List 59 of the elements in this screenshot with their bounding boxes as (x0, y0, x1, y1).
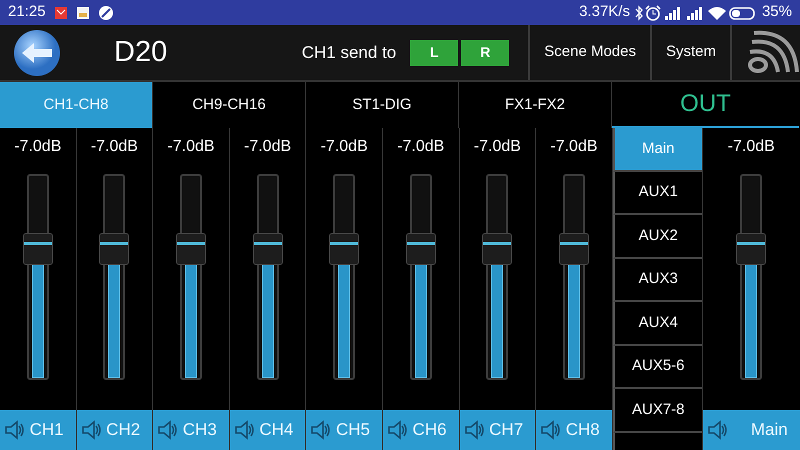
device-title: D20 (114, 34, 168, 70)
output-item[interactable]: AUX1 (612, 172, 702, 215)
bluetooth-icon (634, 4, 644, 20)
speaker-icon[interactable] (157, 420, 180, 440)
db-reading: -7.0dB (320, 137, 368, 157)
alarm-icon (644, 4, 662, 20)
channel-button[interactable]: CH6 (382, 410, 459, 450)
clock-text: 21:25 (8, 2, 46, 22)
send-to-label: CH1 send to (302, 42, 396, 64)
db-reading: -7.0dB (14, 137, 62, 157)
speaker-icon[interactable] (540, 420, 562, 440)
db-reading: -7.0dB (728, 137, 775, 157)
output-item[interactable]: AUX5-6 (612, 346, 702, 389)
channel-button[interactable]: CH8 (536, 410, 612, 450)
db-reading: -7.0dB (397, 137, 444, 157)
fader-handle[interactable] (22, 232, 53, 265)
output-item[interactable]: AUX7-8 (612, 389, 702, 432)
battery-percentage: 35% (762, 2, 792, 22)
channel-button[interactable]: Main (702, 410, 800, 450)
tab[interactable]: CH1-CH8 (0, 82, 153, 128)
channel-button[interactable]: CH7 (460, 410, 536, 450)
channel-button[interactable]: CH3 (153, 410, 229, 450)
fader-handle[interactable] (329, 232, 360, 265)
back-button[interactable] (12, 28, 62, 78)
blocked-notification-icon (98, 4, 114, 20)
db-reading: -7.0dB (90, 137, 138, 157)
fader-handle[interactable] (252, 232, 283, 265)
fader-handle[interactable] (406, 232, 436, 265)
db-reading: -7.0dB (167, 137, 215, 157)
speaker-icon[interactable] (386, 420, 409, 440)
output-item[interactable]: AUX4 (612, 302, 702, 346)
speaker-icon[interactable] (234, 420, 256, 440)
speaker-icon[interactable] (4, 420, 26, 440)
channel-button[interactable]: CH2 (76, 410, 152, 450)
speaker-icon[interactable] (464, 420, 486, 440)
channel-button[interactable]: CH4 (230, 410, 306, 450)
fader-handle[interactable] (558, 232, 589, 265)
db-reading: -7.0dB (244, 137, 292, 157)
db-reading: -7.0dB (474, 137, 521, 157)
output-item[interactable]: Main (612, 128, 702, 172)
speaker-icon[interactable] (310, 420, 332, 440)
image-notification-icon (76, 6, 90, 20)
fader-handle[interactable] (176, 232, 206, 265)
fader-handle[interactable] (736, 232, 766, 265)
mail-notification-icon (54, 6, 68, 20)
wifi-icon (706, 4, 728, 20)
output-item[interactable]: AUX2 (612, 215, 702, 258)
speaker-icon[interactable] (80, 420, 103, 440)
send-toggle-button[interactable]: L (410, 40, 458, 66)
speaker-icon[interactable] (706, 420, 729, 440)
channel-button[interactable]: CH1 (0, 410, 76, 450)
channel-button[interactable]: CH5 (306, 410, 382, 450)
send-toggle-button[interactable]: R (461, 40, 510, 66)
fader-handle[interactable] (99, 232, 130, 265)
output-item[interactable]: AUX3 (612, 258, 702, 302)
battery-icon (728, 4, 758, 20)
fader-handle[interactable] (482, 232, 512, 265)
db-reading: -7.0dB (550, 137, 598, 157)
network-speed-text: 3.37K/s (579, 2, 630, 22)
